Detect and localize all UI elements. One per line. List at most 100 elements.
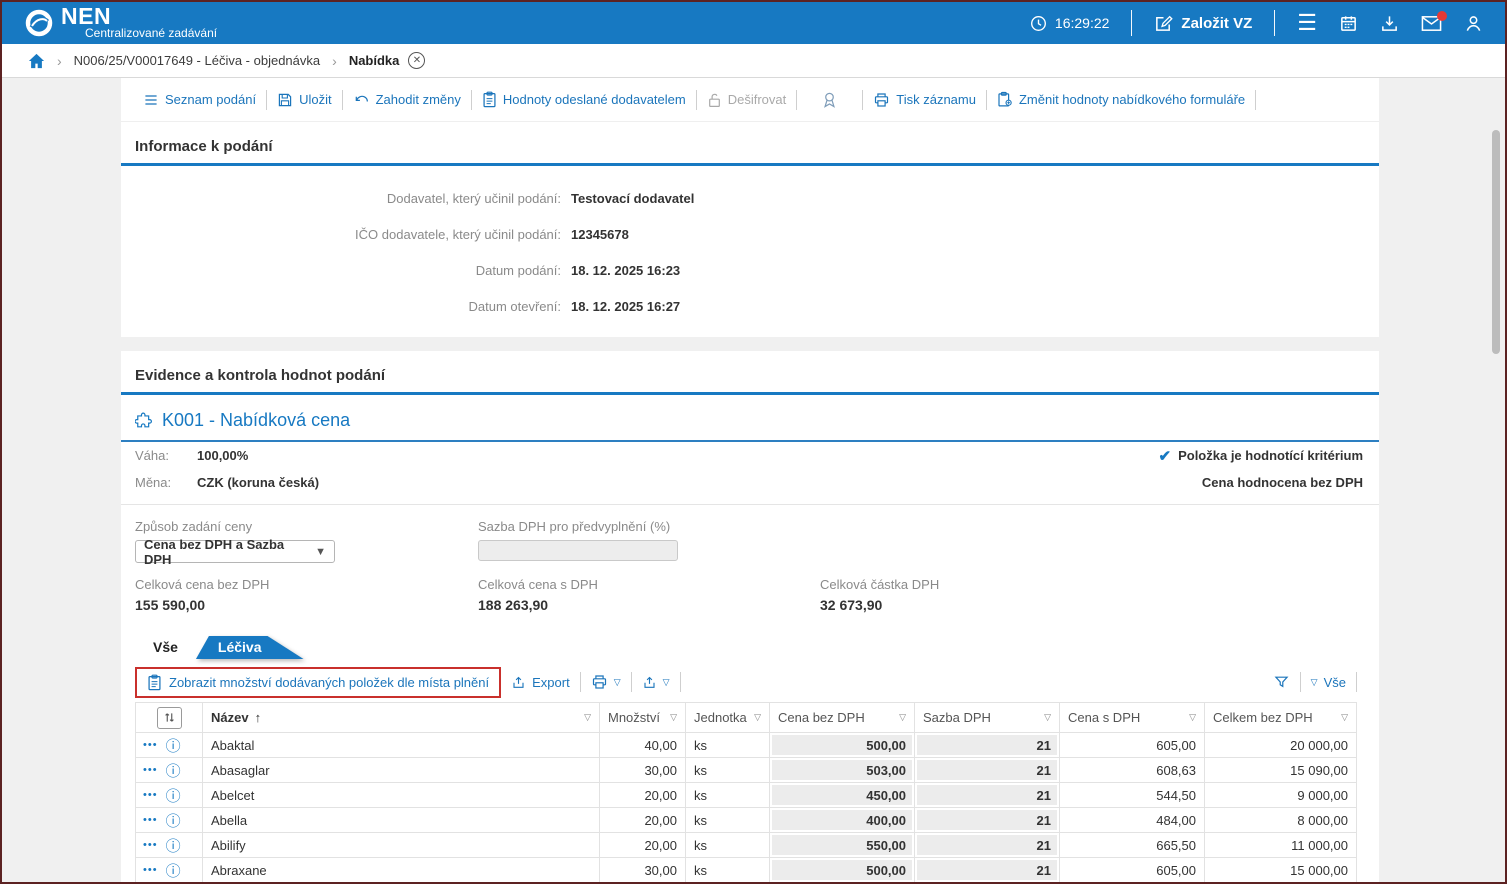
row-actions-cell: ••• ⓘ (136, 733, 203, 758)
row-price-with-vat-cell: 605,00 (1060, 733, 1205, 758)
award-icon[interactable] (797, 91, 862, 109)
table-row: •••ⓘAbilify20,00ks550,0021665,5011 000,0… (136, 833, 1357, 858)
create-vz-label: Založit VZ (1181, 15, 1252, 32)
column-header-name[interactable]: Název ↑ ▽ (203, 703, 600, 733)
create-vz-button[interactable]: Založit VZ (1154, 14, 1252, 33)
topbar-divider (1131, 10, 1132, 36)
supplier-values-button[interactable]: Hodnoty odeslané dodavatelem (472, 91, 696, 108)
tab-leciva[interactable]: Léčiva (196, 636, 304, 659)
menu-icon[interactable]: ☰ (1297, 13, 1317, 33)
row-menu-icon[interactable]: ••• (143, 814, 158, 826)
row-info-icon[interactable]: ⓘ (166, 860, 181, 881)
change-form-values-button[interactable]: Změnit hodnoty nabídkového formuláře (987, 91, 1255, 108)
column-header-unit[interactable]: Jednotka▽ (686, 703, 770, 733)
row-price-no-vat-cell[interactable]: 503,00 (770, 758, 915, 783)
price-form: Způsob zadání ceny Cena bez DPH a Sazba … (121, 505, 1379, 563)
show-quantities-button[interactable]: Zobrazit množství dodávaných položek dle… (135, 667, 501, 698)
field-submission-date: Datum podání: 18. 12. 2025 16:23 (121, 252, 1379, 288)
tab-all[interactable]: Vše (135, 636, 196, 659)
column-filter-icon[interactable]: ▽ (1341, 712, 1348, 723)
chevron-down-icon: ▼ (315, 546, 326, 558)
table-row: •••ⓘAbelcet20,00ks450,0021544,509 000,00 (136, 783, 1357, 808)
row-price-no-vat-cell[interactable]: 400,00 (770, 808, 915, 833)
submissions-list-button[interactable]: Seznam podání (133, 92, 266, 108)
row-info-icon[interactable]: ⓘ (166, 835, 181, 856)
column-filter-icon[interactable]: ▽ (670, 712, 677, 723)
calendar-icon[interactable] (1339, 14, 1358, 33)
column-header-price-no-vat[interactable]: Cena bez DPH▽ (770, 703, 915, 733)
edit-icon (1154, 14, 1173, 33)
column-filter-icon[interactable]: ▽ (754, 712, 761, 723)
row-price-no-vat-cell[interactable]: 500,00 (770, 733, 915, 758)
field-label: IČO dodavatele, který učinil podání: (121, 227, 561, 242)
table-header-row: Název ↑ ▽ Množství▽ Jednotka▽ (136, 703, 1357, 733)
row-price-no-vat-cell[interactable]: 550,00 (770, 833, 915, 858)
table-row: •••ⓘAbraxane30,00ks500,0021605,0015 000,… (136, 858, 1357, 883)
discard-changes-button[interactable]: Zahodit změny (343, 92, 471, 108)
column-header-price-with-vat[interactable]: Cena s DPH▽ (1060, 703, 1205, 733)
row-info-icon[interactable]: ⓘ (166, 810, 181, 831)
vat-prefill-input[interactable] (478, 540, 678, 561)
row-vat-rate-cell[interactable]: 21 (915, 783, 1060, 808)
view-filter-select[interactable]: ▽ Vše (1301, 675, 1356, 690)
filter-button[interactable] (1263, 674, 1300, 690)
column-settings-icon[interactable] (157, 707, 182, 729)
table-row: •••ⓘAbaktal40,00ks500,0021605,0020 000,0… (136, 733, 1357, 758)
price-mode-value: Cena bez DPH a Sazba DPH (144, 537, 315, 567)
row-total-no-vat-cell: 15 090,00 (1205, 758, 1357, 783)
share-button[interactable]: ▽ (632, 674, 680, 690)
row-menu-icon[interactable]: ••• (143, 789, 158, 801)
column-header-vat-rate[interactable]: Sazba DPH▽ (915, 703, 1060, 733)
check-icon: ✔ (1159, 447, 1172, 465)
user-icon[interactable] (1464, 14, 1483, 33)
row-unit-cell: ks (686, 858, 770, 883)
row-info-icon[interactable]: ⓘ (166, 760, 181, 781)
print-record-button[interactable]: Tisk záznamu (863, 92, 986, 108)
nen-logo[interactable]: NEN Centralizované zadávání (24, 6, 217, 40)
currency-row: Měna: CZK (koruna česká) Cena hodnocena … (121, 469, 1379, 496)
home-icon[interactable] (28, 53, 45, 69)
mail-icon[interactable] (1421, 15, 1442, 32)
breadcrumb-item-current: Nabídka (349, 53, 400, 68)
save-button[interactable]: Uložit (267, 92, 342, 108)
row-actions-cell: ••• ⓘ (136, 758, 203, 783)
save-icon (277, 92, 293, 108)
items-table: Název ↑ ▽ Množství▽ Jednotka▽ (135, 702, 1357, 883)
totals-row: Celková cena bez DPH 155 590,00 Celková … (121, 563, 1379, 613)
row-total-no-vat-cell: 8 000,00 (1205, 808, 1357, 833)
row-price-no-vat-cell[interactable]: 500,00 (770, 858, 915, 883)
row-info-icon[interactable]: ⓘ (166, 735, 181, 756)
vat-evaluation-flag: Cena hodnocena bez DPH (1202, 475, 1363, 490)
row-vat-rate-cell[interactable]: 21 (915, 808, 1060, 833)
info-section-title: Informace k podání (121, 122, 1379, 163)
scrollbar-thumb[interactable] (1492, 130, 1500, 354)
export-button[interactable]: Export (501, 674, 580, 690)
print-table-button[interactable]: ▽ (581, 674, 631, 690)
row-price-no-vat-cell[interactable]: 450,00 (770, 783, 915, 808)
column-filter-icon[interactable]: ▽ (1189, 712, 1196, 723)
submission-info-card: Seznam podání Uložit Zahodit z (121, 78, 1379, 337)
column-header-total-no-vat[interactable]: Celkem bez DPH▽ (1205, 703, 1357, 733)
close-icon[interactable]: ✕ (408, 52, 425, 69)
row-vat-rate-cell[interactable]: 21 (915, 733, 1060, 758)
row-info-icon[interactable]: ⓘ (166, 785, 181, 806)
row-menu-icon[interactable]: ••• (143, 864, 158, 876)
row-menu-icon[interactable]: ••• (143, 739, 158, 751)
column-filter-icon[interactable]: ▽ (1044, 712, 1051, 723)
breadcrumb-item-procedure[interactable]: N006/25/V00017649 - Léčiva - objednávka (74, 53, 320, 68)
row-vat-rate-cell[interactable]: 21 (915, 758, 1060, 783)
row-vat-rate-cell[interactable]: 21 (915, 833, 1060, 858)
nen-app-window: NEN Centralizované zadávání 16:29:22 Zal… (0, 0, 1507, 884)
nen-logo-icon (24, 8, 54, 38)
download-icon[interactable] (1380, 14, 1399, 33)
row-menu-icon[interactable]: ••• (143, 764, 158, 776)
undo-icon (353, 92, 370, 108)
field-label: Datum otevření: (121, 299, 561, 314)
total-value: 32 673,90 (820, 597, 939, 613)
row-menu-icon[interactable]: ••• (143, 839, 158, 851)
column-filter-icon[interactable]: ▽ (584, 712, 591, 723)
price-mode-select[interactable]: Cena bez DPH a Sazba DPH ▼ (135, 540, 335, 563)
column-header-qty[interactable]: Množství▽ (600, 703, 686, 733)
row-vat-rate-cell[interactable]: 21 (915, 858, 1060, 883)
column-filter-icon[interactable]: ▽ (899, 712, 906, 723)
